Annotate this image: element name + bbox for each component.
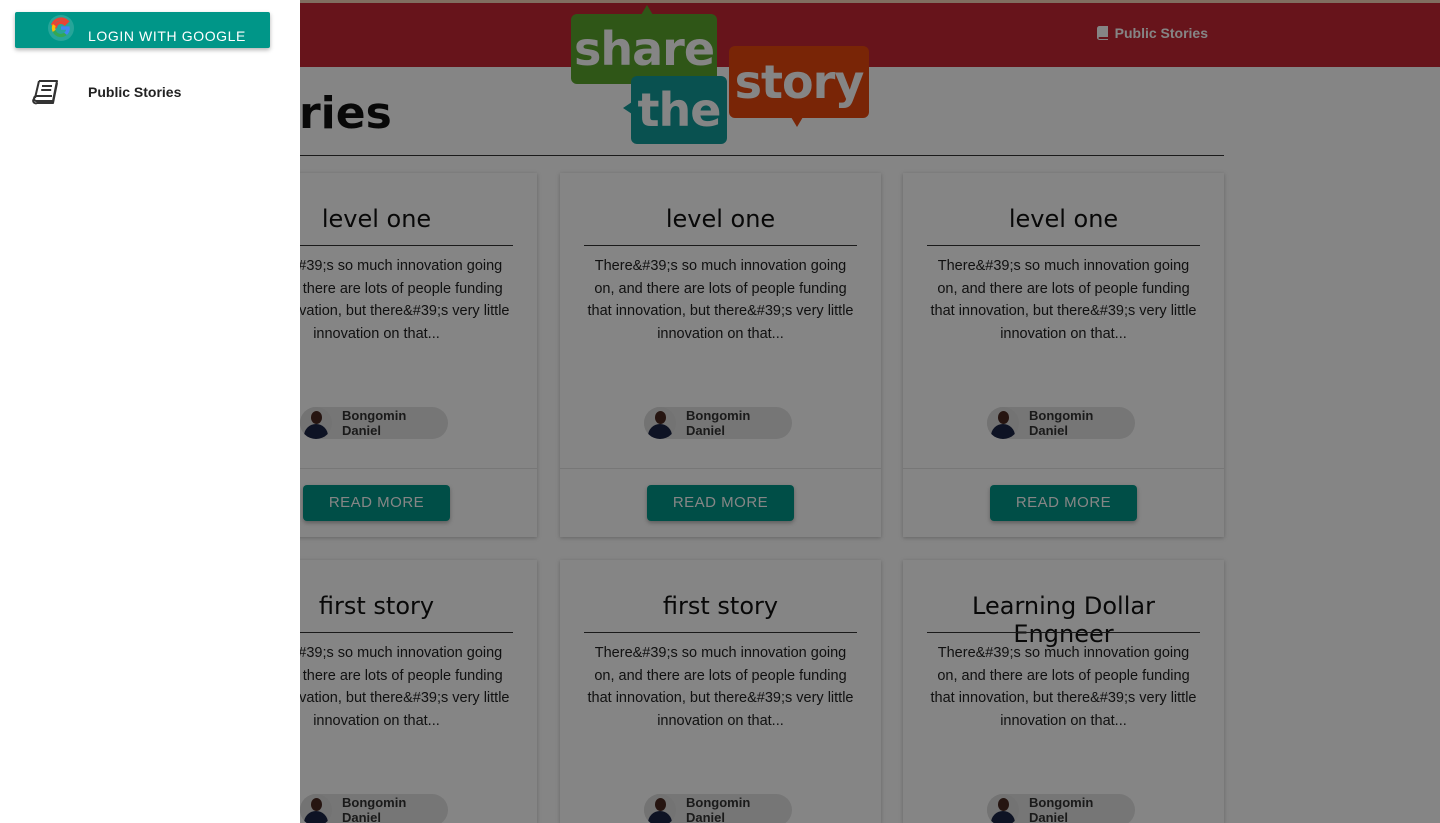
drawer-item-label: Public Stories [88, 84, 182, 100]
login-with-google-button[interactable]: LOGIN WITH GOOGLE [15, 12, 270, 48]
login-with-google-label: LOGIN WITH GOOGLE [88, 28, 246, 44]
drawer-item-public-stories[interactable]: Public Stories [0, 72, 300, 112]
google-icon [48, 15, 74, 41]
book-icon [32, 80, 58, 105]
side-drawer: LOGIN WITH GOOGLE Public Stories [0, 0, 300, 823]
